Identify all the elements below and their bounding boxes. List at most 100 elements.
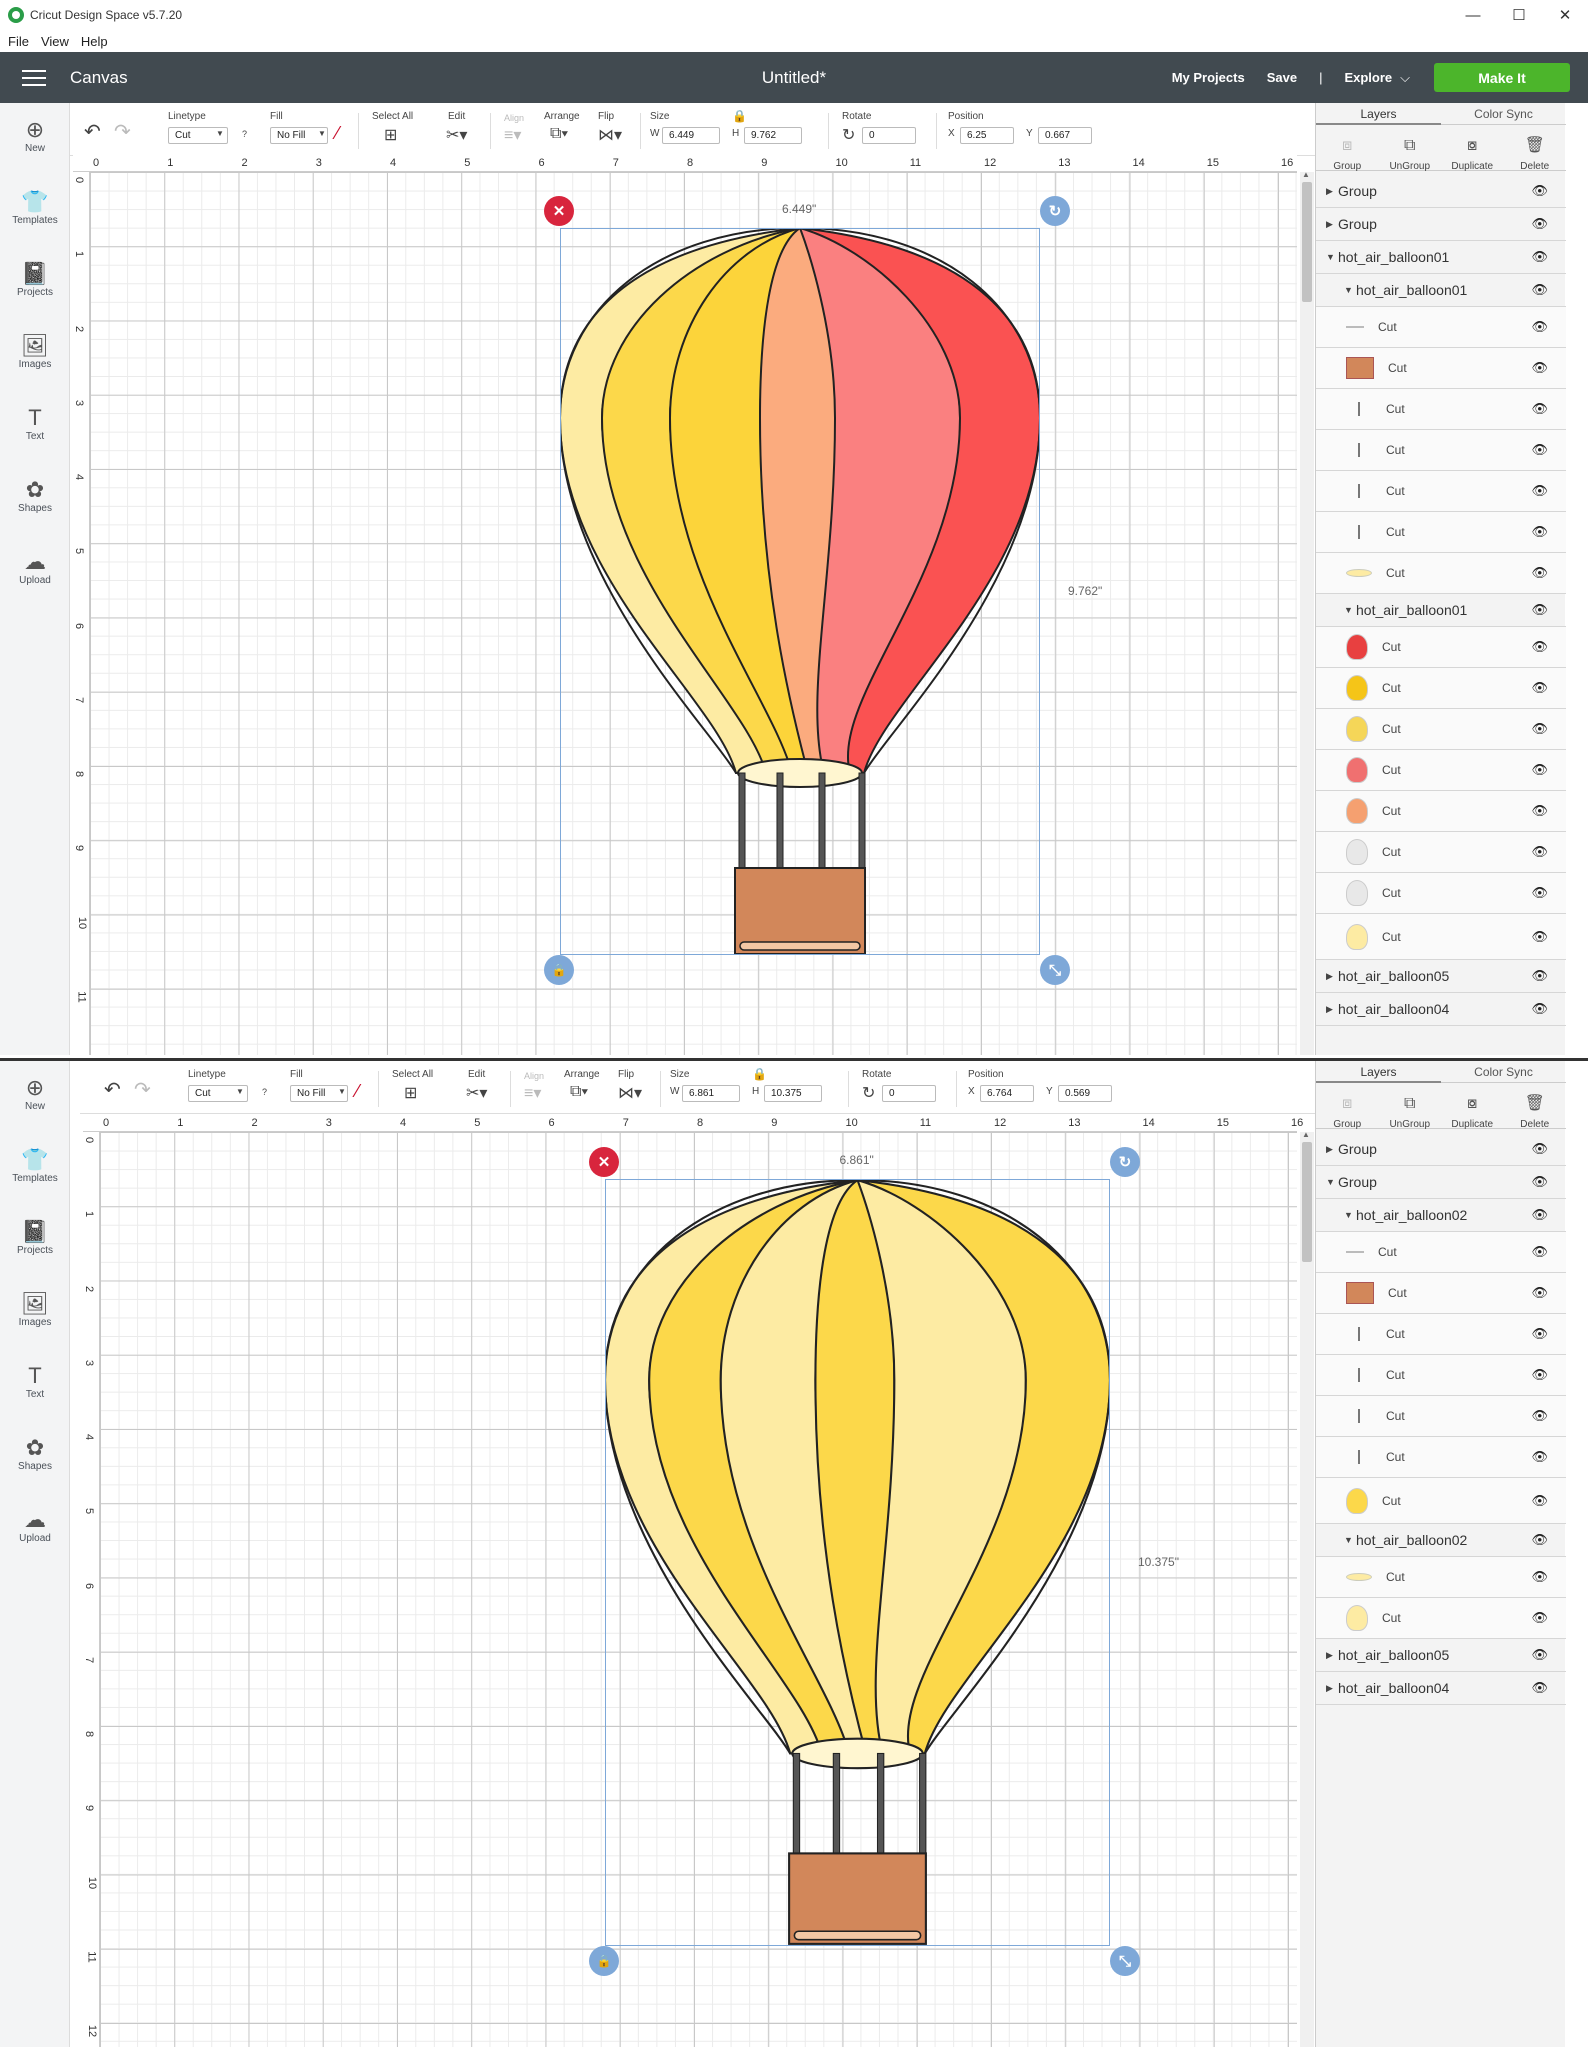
select-all-icon[interactable]: ⊞ — [404, 1083, 417, 1103]
sidebar-item-text[interactable]: T Text — [0, 405, 70, 442]
hamburger-menu-icon[interactable] — [22, 69, 46, 86]
lock-icon[interactable]: 🔒 — [732, 109, 747, 123]
select-all-icon[interactable]: ⊞ — [384, 125, 397, 145]
layer-group-item[interactable]: ▶ hot_air_balloon04 👁 — [1316, 1672, 1566, 1705]
resize-handle-icon[interactable]: ⤡ — [1110, 1946, 1140, 1976]
caret-right-icon[interactable]: ▶ — [1326, 1650, 1338, 1661]
canvas-scrollbar[interactable]: ▲ — [1300, 1130, 1314, 2047]
scrollbar-thumb[interactable] — [1302, 1142, 1312, 1262]
layer-group-item[interactable]: ▼ hot_air_balloon01 👁 — [1316, 594, 1566, 627]
layer-cut-item[interactable]: Cut 👁 — [1316, 1314, 1566, 1355]
edit-scissors-icon[interactable]: ✂▾ — [466, 1083, 487, 1103]
eye-icon[interactable]: 👁 — [1531, 183, 1548, 199]
eye-icon[interactable]: 👁 — [1531, 762, 1548, 778]
layer-cut-item[interactable]: Cut 👁 — [1316, 791, 1566, 832]
arrange-icon[interactable]: ⧉▾ — [550, 125, 568, 143]
sidebar-item-templates[interactable]: 👕 Templates — [0, 1147, 70, 1184]
fill-color-icon[interactable]: ⁄ — [356, 1081, 359, 1102]
eye-icon[interactable]: 👁 — [1531, 1001, 1548, 1017]
eye-icon[interactable]: 👁 — [1531, 1285, 1548, 1301]
eye-icon[interactable]: 👁 — [1531, 1207, 1548, 1223]
caret-down-icon[interactable]: ▼ — [1344, 1535, 1356, 1545]
help-icon[interactable]: ? — [262, 1087, 267, 1097]
eye-icon[interactable]: 👁 — [1531, 319, 1548, 335]
layer-group-item[interactable]: ▶ hot_air_balloon05 👁 — [1316, 1639, 1566, 1672]
delete-handle-icon[interactable]: ✕ — [544, 196, 574, 226]
sidebar-item-new[interactable]: ⊕ New — [0, 1075, 70, 1112]
position-y-input[interactable]: 0.569 — [1058, 1085, 1112, 1102]
eye-icon[interactable]: 👁 — [1531, 1367, 1548, 1383]
eye-icon[interactable]: 👁 — [1531, 1449, 1548, 1465]
sidebar-item-upload[interactable]: ☁ Upload — [0, 549, 70, 586]
sidebar-item-new[interactable]: ⊕ New — [0, 117, 70, 154]
eye-icon[interactable]: 👁 — [1531, 602, 1548, 618]
redo-icon[interactable]: ↷ — [134, 1077, 151, 1102]
sidebar-item-images[interactable]: 🖼 Images — [0, 333, 70, 370]
sidebar-item-templates[interactable]: 👕 Templates — [0, 189, 70, 226]
rotate-handle-icon[interactable]: ↻ — [1110, 1147, 1140, 1177]
edit-scissors-icon[interactable]: ✂▾ — [446, 125, 467, 145]
canvas-scrollbar[interactable]: ▲ — [1300, 170, 1314, 1055]
caret-right-icon[interactable]: ▶ — [1326, 219, 1338, 230]
layer-cut-item[interactable]: Cut 👁 — [1316, 627, 1566, 668]
layer-group-item[interactable]: ▼ hot_air_balloon02 👁 — [1316, 1524, 1566, 1557]
layer-cut-item[interactable]: Cut 👁 — [1316, 430, 1566, 471]
layer-cut-item[interactable]: Cut 👁 — [1316, 512, 1566, 553]
my-projects-link[interactable]: My Projects — [1172, 70, 1245, 85]
layer-group-item[interactable]: ▼ Group 👁 — [1316, 1166, 1566, 1199]
height-input[interactable]: 10.375 — [764, 1085, 822, 1102]
menu-view[interactable]: View — [41, 34, 69, 49]
caret-right-icon[interactable]: ▶ — [1326, 186, 1338, 197]
layer-group-item[interactable]: ▶ hot_air_balloon05 👁 — [1316, 960, 1566, 993]
caret-right-icon[interactable]: ▶ — [1326, 1004, 1338, 1015]
lock-handle-icon[interactable]: 🔒 — [589, 1946, 619, 1976]
help-icon[interactable]: ? — [242, 129, 247, 139]
explore-dropdown[interactable]: Explore — [1344, 70, 1392, 85]
eye-icon[interactable]: 👁 — [1531, 1569, 1548, 1585]
width-input[interactable]: 6.861 — [682, 1085, 740, 1102]
caret-right-icon[interactable]: ▶ — [1326, 1144, 1338, 1155]
layer-cut-item[interactable]: Cut 👁 — [1316, 1598, 1566, 1639]
delete-button[interactable]: 🗑 Delete — [1504, 1083, 1567, 1130]
close-window-button[interactable]: ✕ — [1542, 0, 1588, 30]
scroll-up-icon[interactable]: ▲ — [1302, 1130, 1310, 1139]
layer-cut-item[interactable]: Cut 👁 — [1316, 1355, 1566, 1396]
sidebar-item-projects[interactable]: 📓 Projects — [0, 261, 70, 298]
layer-cut-item[interactable]: Cut 👁 — [1316, 832, 1566, 873]
layer-cut-item[interactable]: Cut 👁 — [1316, 1273, 1566, 1314]
layer-cut-item[interactable]: Cut 👁 — [1316, 1437, 1566, 1478]
tab-color-sync[interactable]: Color Sync — [1441, 103, 1566, 125]
minimize-button[interactable]: — — [1450, 0, 1496, 30]
group-button[interactable]: ⧈ Group — [1316, 125, 1379, 172]
layer-cut-item[interactable]: Cut 👁 — [1316, 471, 1566, 512]
tab-layers[interactable]: Layers — [1316, 1061, 1441, 1083]
eye-icon[interactable]: 👁 — [1531, 968, 1548, 984]
height-input[interactable]: 9.762 — [744, 127, 802, 144]
caret-right-icon[interactable]: ▶ — [1326, 971, 1338, 982]
eye-icon[interactable]: 👁 — [1531, 1408, 1548, 1424]
arrange-icon[interactable]: ⧉▾ — [570, 1083, 588, 1101]
eye-icon[interactable]: 👁 — [1531, 1493, 1548, 1509]
save-button[interactable]: Save — [1267, 70, 1297, 85]
layer-cut-item[interactable]: Cut 👁 — [1316, 1478, 1566, 1524]
eye-icon[interactable]: 👁 — [1531, 1244, 1548, 1260]
position-x-input[interactable]: 6.25 — [960, 127, 1014, 144]
layer-cut-item[interactable]: Cut 👁 — [1316, 1396, 1566, 1437]
caret-down-icon[interactable]: ▼ — [1344, 1210, 1356, 1220]
eye-icon[interactable]: 👁 — [1531, 1610, 1548, 1626]
group-button[interactable]: ⧈ Group — [1316, 1083, 1379, 1130]
layer-group-item[interactable]: ▶ Group 👁 — [1316, 208, 1566, 241]
eye-icon[interactable]: 👁 — [1531, 1326, 1548, 1342]
position-x-input[interactable]: 6.764 — [980, 1085, 1034, 1102]
eye-icon[interactable]: 👁 — [1531, 483, 1548, 499]
layer-group-item[interactable]: ▼ hot_air_balloon01 👁 — [1316, 274, 1566, 307]
menu-help[interactable]: Help — [81, 34, 108, 49]
eye-icon[interactable]: 👁 — [1531, 249, 1548, 265]
position-y-input[interactable]: 0.667 — [1038, 127, 1092, 144]
resize-handle-icon[interactable]: ⤡ — [1040, 955, 1070, 985]
eye-icon[interactable]: 👁 — [1531, 282, 1548, 298]
ungroup-button[interactable]: ⧉ UnGroup — [1379, 125, 1442, 172]
sidebar-item-projects[interactable]: 📓 Projects — [0, 1219, 70, 1256]
rotate-input[interactable]: 0 — [882, 1085, 936, 1102]
ungroup-button[interactable]: ⧉ UnGroup — [1379, 1083, 1442, 1130]
